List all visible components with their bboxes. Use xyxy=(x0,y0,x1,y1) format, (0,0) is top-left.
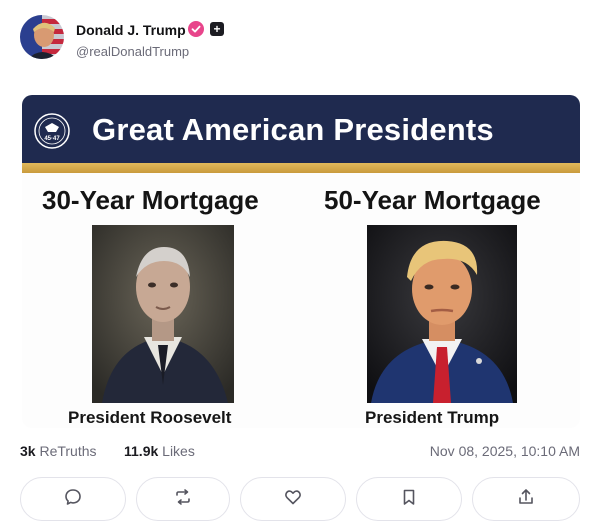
post-timestamp[interactable]: Nov 08, 2025, 10:10 AM xyxy=(430,443,580,459)
likes-label: Likes xyxy=(162,443,195,459)
verified-badge-icon xyxy=(188,21,204,37)
left-column-heading: 30-Year Mortgage xyxy=(42,185,259,215)
presidential-seal-icon: 45·47 xyxy=(34,113,70,149)
author-handle[interactable]: @realDonaldTrump xyxy=(76,44,189,59)
post-stats: 3k ReTruths 11.9k Likes Nov 08, 2025, 10… xyxy=(20,443,580,463)
bookmark-button[interactable] xyxy=(356,477,462,521)
author-display-name[interactable]: Donald J. Trump xyxy=(76,22,186,38)
seal-text: 45·47 xyxy=(44,136,60,142)
heart-icon xyxy=(283,487,303,512)
like-button[interactable] xyxy=(240,477,346,521)
likes-stat[interactable]: 11.9k Likes xyxy=(124,443,195,459)
avatar[interactable] xyxy=(20,15,64,59)
retruths-count: 3k xyxy=(20,443,36,459)
post-header: Donald J. Trump + @realDonaldTrump xyxy=(20,15,580,65)
retruths-label: ReTruths xyxy=(39,443,97,459)
right-column-heading: 50-Year Mortgage xyxy=(324,185,541,215)
retruth-icon xyxy=(173,487,193,512)
left-portrait-caption: President Roosevelt xyxy=(68,408,232,427)
retruth-button[interactable] xyxy=(136,477,230,521)
comment-icon xyxy=(63,487,83,512)
roosevelt-portrait xyxy=(92,225,234,403)
post-actions xyxy=(20,477,580,521)
right-portrait-caption: President Trump xyxy=(365,408,500,427)
image-banner-title: Great American Presidents xyxy=(92,112,494,147)
post-image[interactable]: 45·47 Great American Presidents 30-Year … xyxy=(22,95,580,428)
likes-count: 11.9k xyxy=(124,443,159,459)
comment-button[interactable] xyxy=(20,477,126,521)
trump-portrait xyxy=(367,225,517,403)
share-icon xyxy=(516,487,536,512)
bookmark-icon xyxy=(399,487,419,512)
retruths-stat[interactable]: 3k ReTruths xyxy=(20,443,97,459)
plus-badge-icon: + xyxy=(210,22,224,36)
share-button[interactable] xyxy=(472,477,580,521)
image-banner-stripe xyxy=(22,163,580,173)
